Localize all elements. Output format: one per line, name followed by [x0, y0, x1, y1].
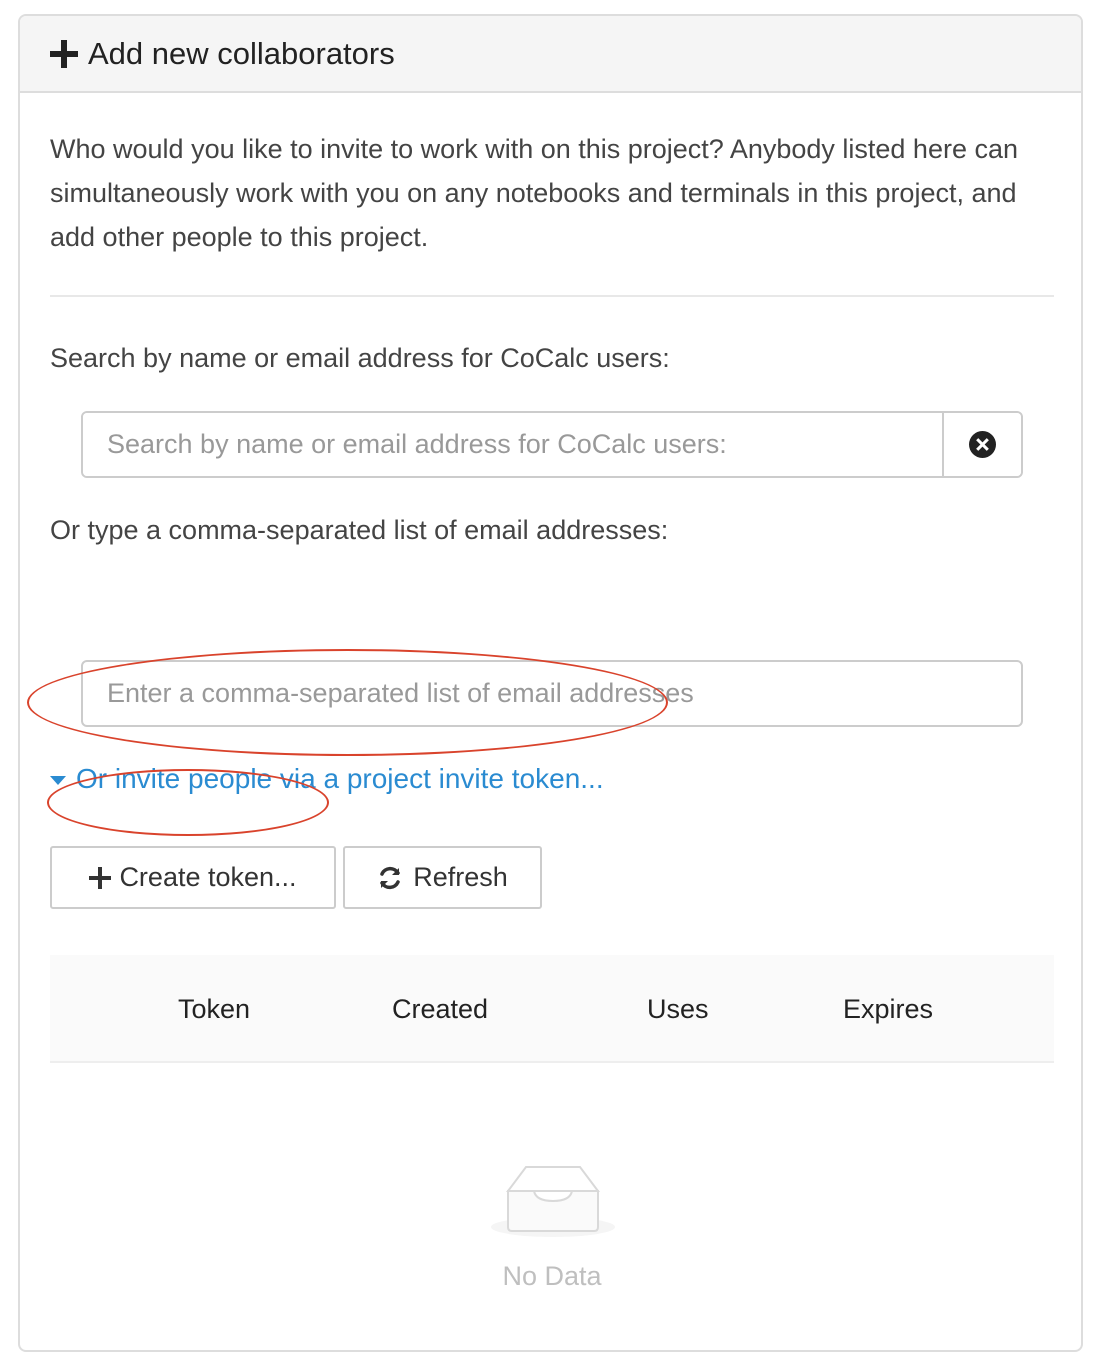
- column-header-created[interactable]: Created: [392, 955, 488, 1063]
- refresh-icon: [380, 866, 400, 889]
- column-header-expires[interactable]: Expires: [843, 955, 933, 1063]
- panel-header: Add new collaborators: [20, 16, 1081, 93]
- column-header-token[interactable]: Token: [178, 955, 250, 1063]
- clear-search-button[interactable]: [942, 413, 1021, 476]
- refresh-label: Refresh: [413, 862, 508, 892]
- invite-token-toggle[interactable]: Or invite people via a project invite to…: [50, 763, 604, 795]
- column-header-uses[interactable]: Uses: [647, 955, 709, 1063]
- panel-title: Add new collaborators: [88, 35, 395, 71]
- search-group: [81, 411, 1023, 478]
- add-collaborators-panel: Add new collaborators Who would you like…: [18, 14, 1083, 1352]
- search-input[interactable]: [83, 413, 942, 476]
- plus-icon: [50, 39, 78, 68]
- empty-state-text: No Data: [502, 1261, 602, 1291]
- create-token-button[interactable]: Create token...: [50, 846, 336, 909]
- caret-down-icon: [50, 775, 66, 785]
- times-circle-icon: [969, 431, 996, 458]
- inbox-icon: [491, 1166, 615, 1237]
- search-label: Search by name or email address for CoCa…: [50, 343, 670, 373]
- divider: [50, 295, 1054, 297]
- tokens-table-header: Token Created Uses Expires: [50, 955, 1054, 1063]
- refresh-button[interactable]: Refresh: [343, 846, 542, 909]
- invite-token-toggle-label: Or invite people via a project invite to…: [76, 763, 604, 794]
- emails-input[interactable]: [81, 660, 1023, 727]
- plus-icon: [89, 866, 112, 889]
- intro-text: Who would you like to invite to work wit…: [50, 134, 1019, 252]
- create-token-label: Create token...: [119, 862, 297, 892]
- emails-label: Or type a comma-separated list of email …: [50, 515, 669, 545]
